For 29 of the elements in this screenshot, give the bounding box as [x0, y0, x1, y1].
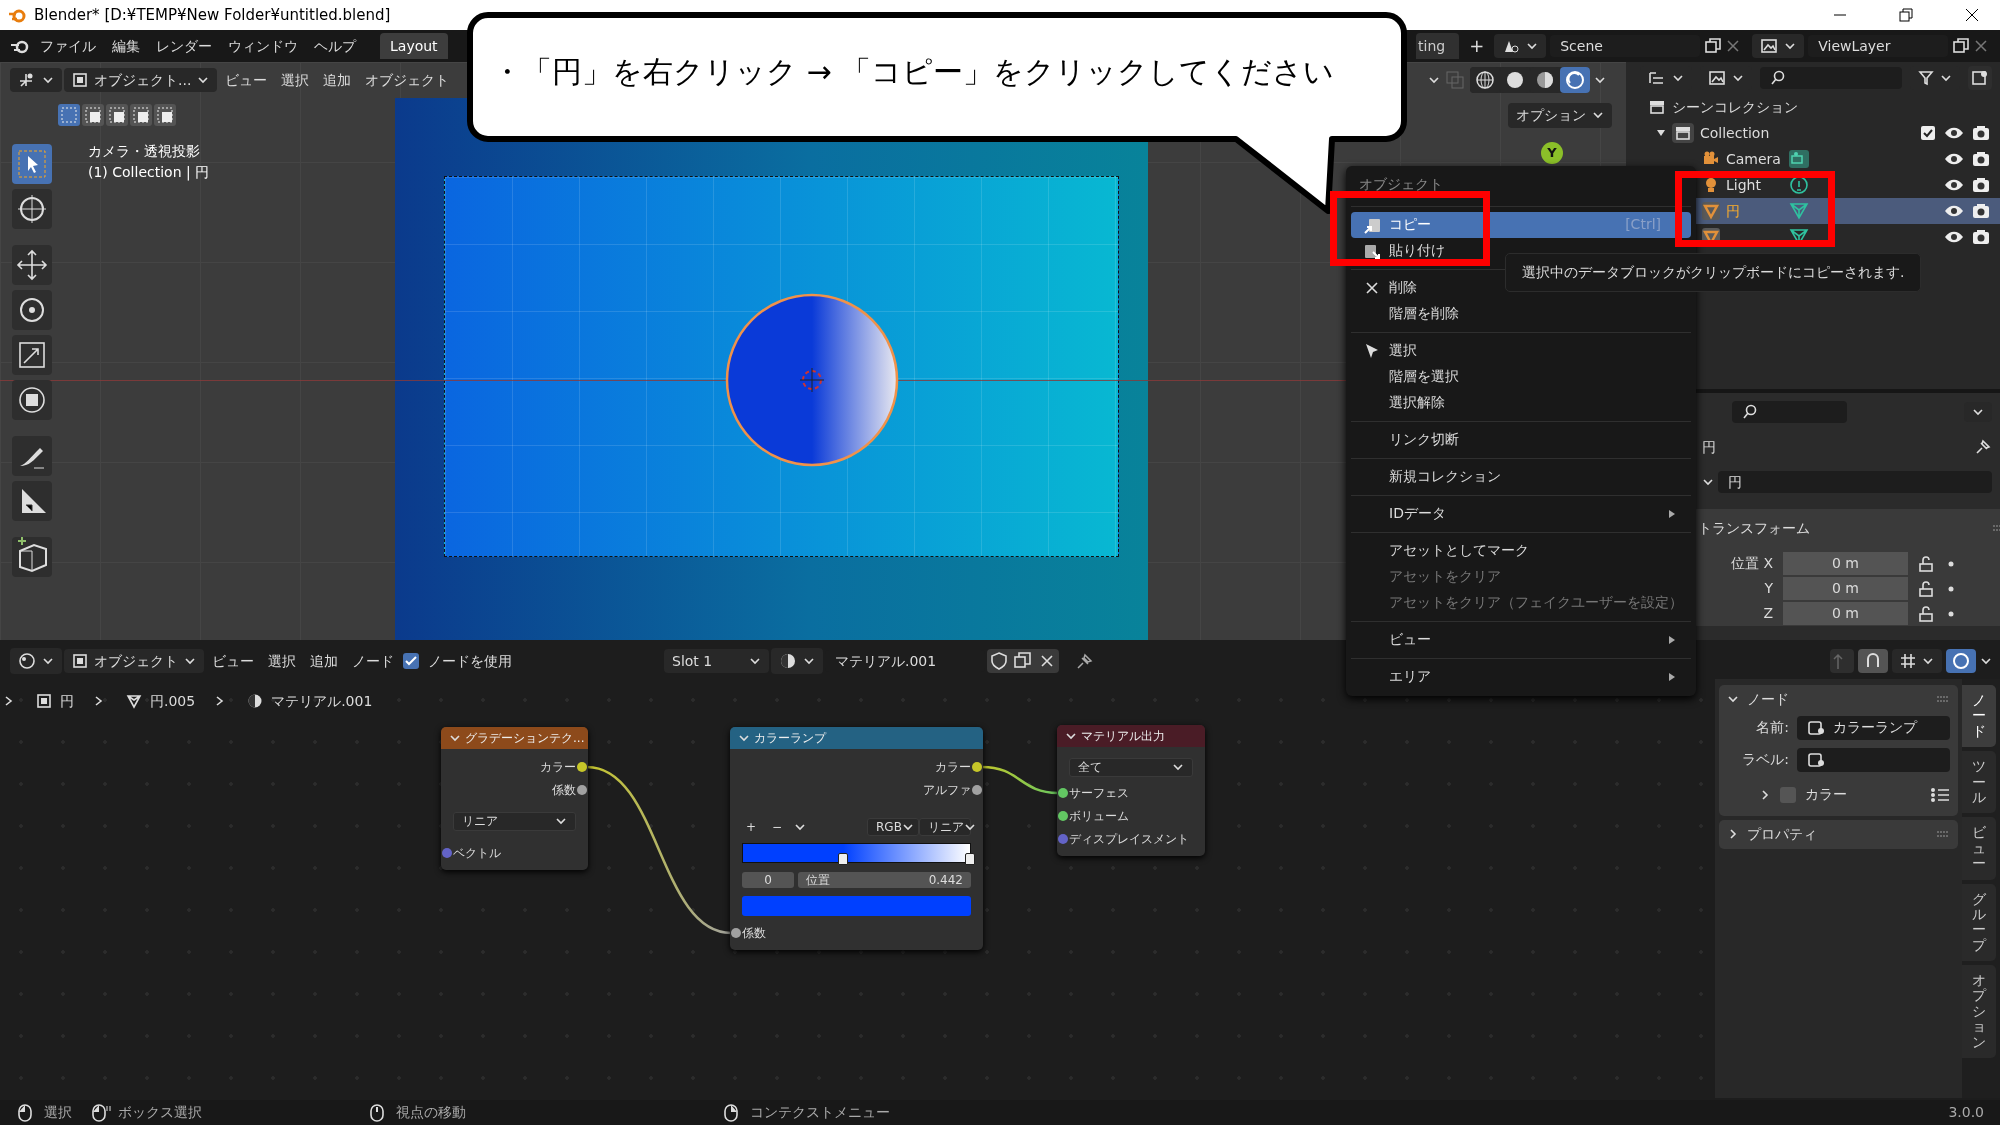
socket-label: アルファ — [923, 782, 971, 798]
status-hint: 選択 — [44, 1104, 72, 1121]
field-label: 位置 X — [1729, 555, 1773, 572]
view-name: カメラ・透視投影 — [88, 143, 201, 160]
socket-label: 係数 — [552, 782, 576, 798]
status-hint: ボックス選択 — [118, 1104, 202, 1121]
socket-label: カラー — [935, 759, 971, 775]
callout-text: ・「円」を右クリック → 「コピー」をクリックしてください — [492, 54, 1335, 90]
tooltip: 選択中のデータブロックがクリップボードにコピーされます. — [1505, 253, 1922, 292]
socket-label: カラー — [540, 759, 576, 775]
collection-info: (1) Collection | 円 — [88, 163, 210, 181]
breadcrumb-label: マテリアル.001 — [271, 693, 373, 710]
breadcrumb-label: 円 — [60, 693, 74, 710]
field-label: 名前: — [1755, 719, 1789, 737]
window-title: Blender* [D:¥TEMP¥New Folder¥untitled.blend] — [34, 6, 391, 24]
field-label: Z — [1762, 605, 1773, 622]
field-label: Y — [1763, 580, 1773, 597]
socket-label: ディスプレイスメント — [1069, 831, 1189, 847]
status-hint: コンテクストメニュー — [750, 1104, 890, 1121]
object-name-label: 円 — [1702, 438, 1716, 456]
status-hint: 視点の移動 — [396, 1104, 466, 1121]
socket-label: 係数 — [742, 925, 766, 941]
menu-title: オブジェクト — [1358, 175, 1444, 194]
field-label: ラベル: — [1741, 751, 1789, 769]
socket-label: サーフェス — [1069, 785, 1129, 801]
socket-label: ボリューム — [1069, 808, 1129, 824]
socket-label: ベクトル — [453, 845, 501, 861]
version-label: 3.0.0 — [1948, 1104, 1984, 1121]
breadcrumb-label: 円.005 — [150, 693, 196, 710]
